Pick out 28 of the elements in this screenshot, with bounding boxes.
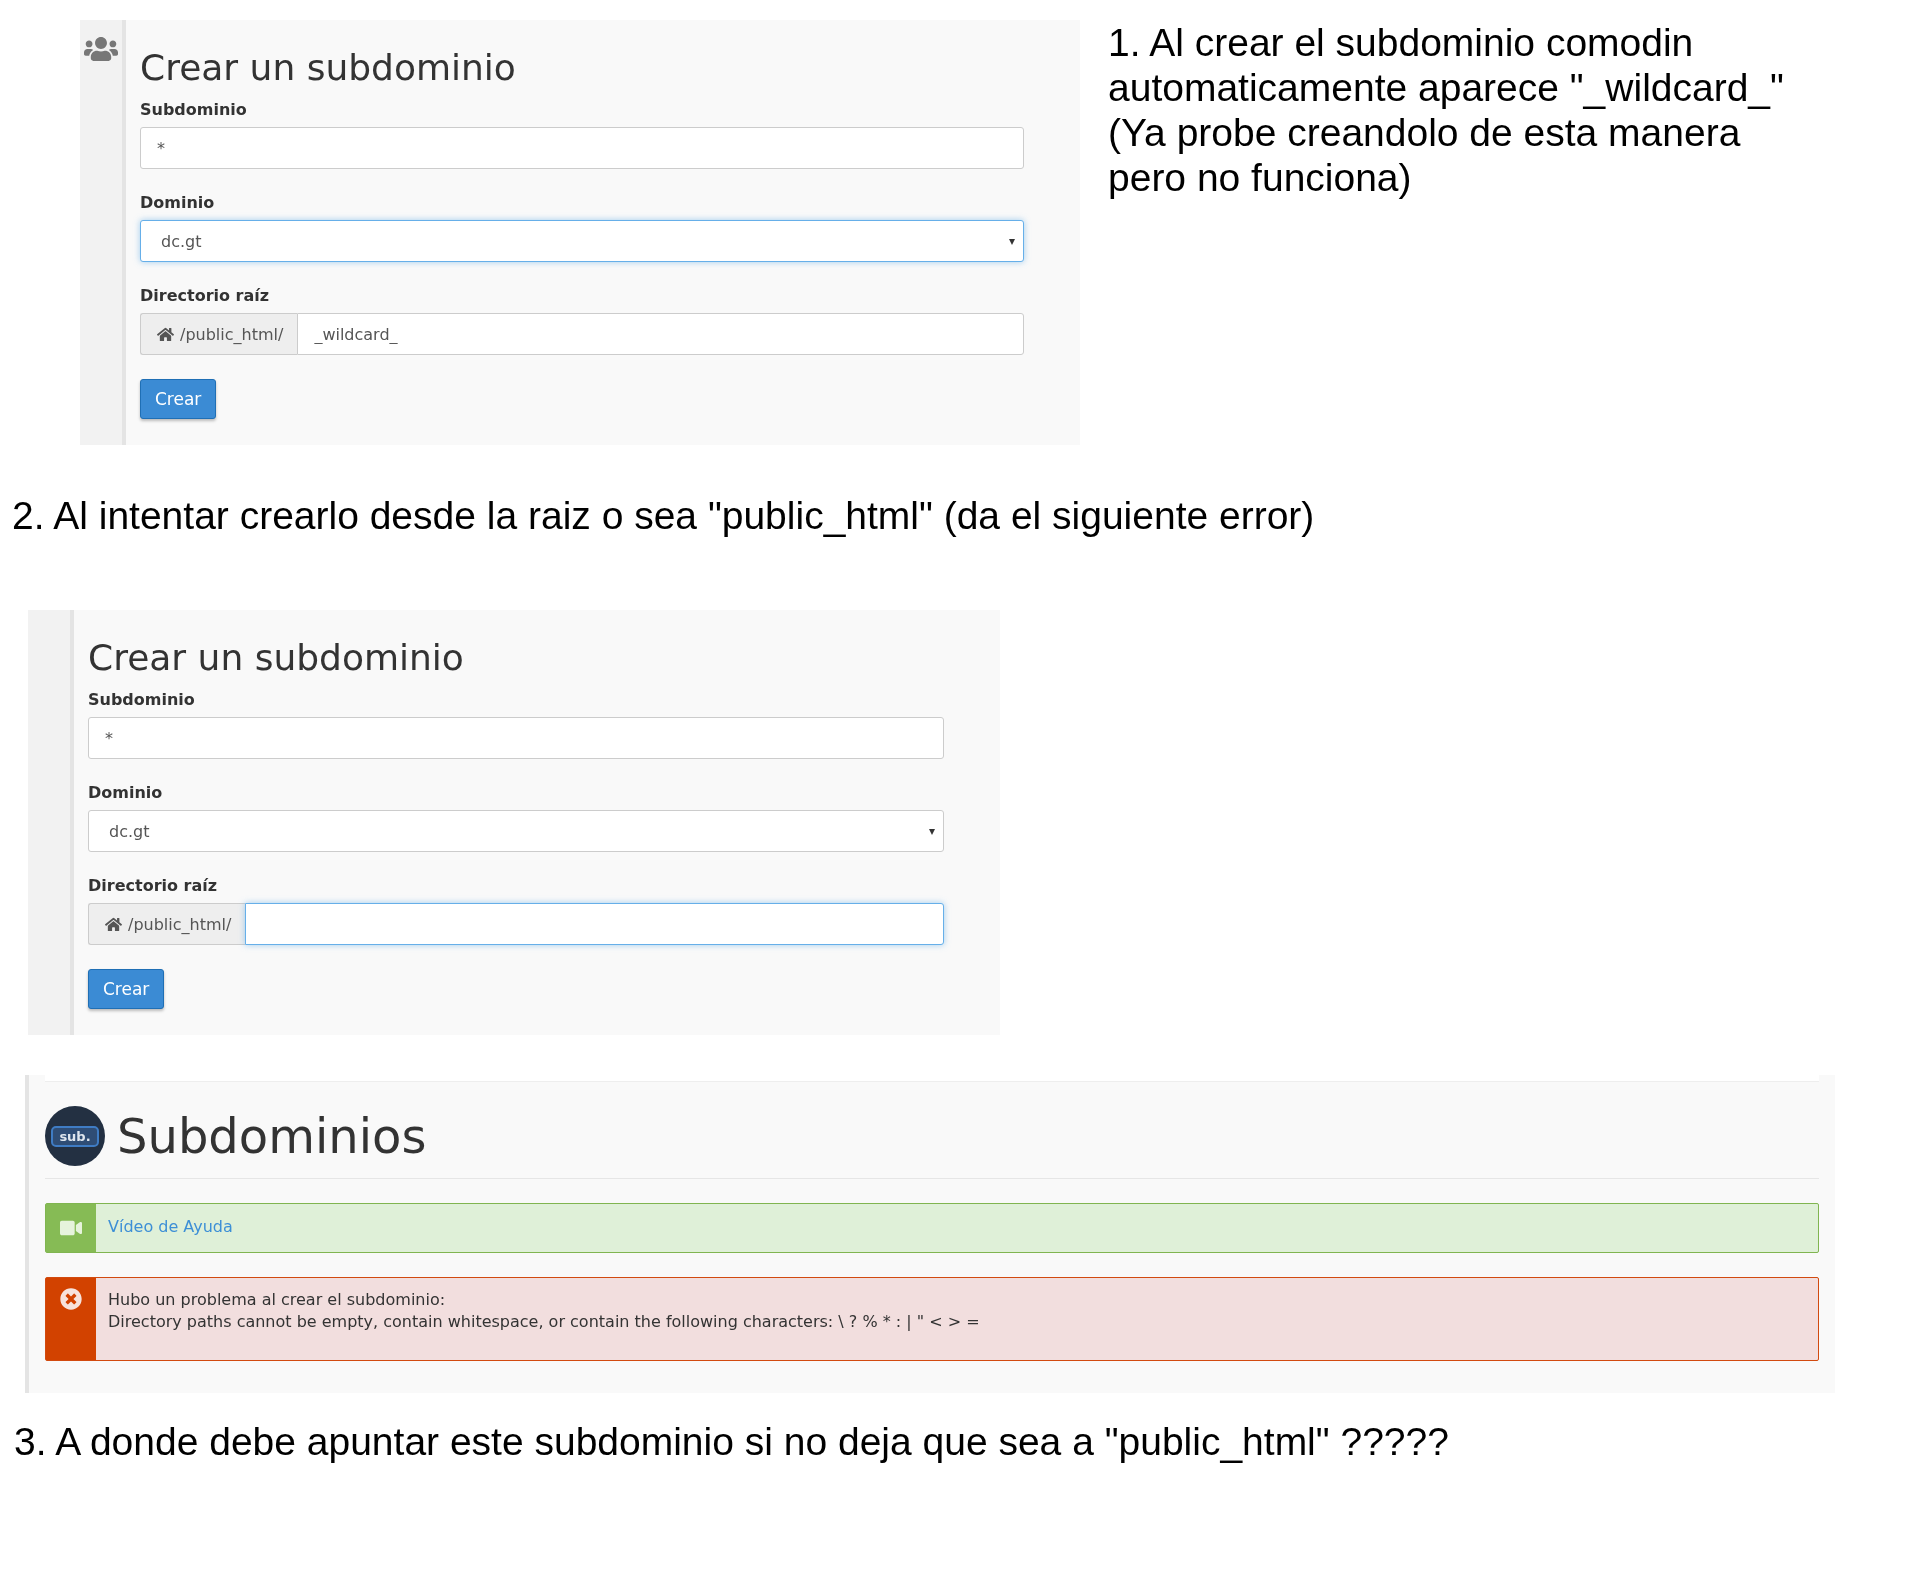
error-message: Directory paths cannot be empty, contain whitespace, or contain the following characters: \ ? % * : | " < > = — [108, 1311, 980, 1333]
document-root-field[interactable] — [245, 903, 944, 945]
home-icon — [105, 915, 122, 933]
subdomain-field[interactable]: * — [140, 127, 1024, 169]
annotation-text: 2. Al intentar crearlo desde la raiz o sea "public_html" (da el siguiente error) — [12, 493, 1316, 538]
create-button[interactable]: Crear — [88, 969, 165, 1009]
domain-select[interactable]: dc.gt ▾ — [88, 810, 944, 852]
create-button[interactable]: Crear — [140, 379, 217, 419]
path-prefix: /public_html/ — [88, 903, 246, 945]
form-title: Crear un subdominio — [88, 636, 465, 680]
annotation-text: 1. Al crear el subdominio comodin automaticamente aparece "_wildcard_" (Ya probe creandolo de esta manera pero no funciona) — [1108, 20, 1785, 200]
field-label: Directorio raíz — [88, 876, 219, 895]
page-title: Subdominios — [117, 1108, 427, 1164]
document-root-field[interactable]: _wildcard_ — [297, 313, 1024, 355]
path-prefix: /public_html/ — [140, 313, 298, 355]
field-label: Subdominio — [88, 690, 196, 709]
error-icon — [60, 1288, 82, 1310]
field-label: Subdominio — [140, 100, 248, 119]
form-title: Crear un subdominio — [140, 46, 517, 90]
annotation-text: 3. A donde debe apuntar este subdominio si no deja que sea a "public_html" ????? — [14, 1419, 1450, 1464]
error-message: Hubo un problema al crear el subdominio: — [108, 1289, 447, 1311]
field-label: Dominio — [88, 783, 164, 802]
domain-select[interactable]: dc.gt ▾ — [140, 220, 1024, 262]
field-label: Directorio raíz — [140, 286, 271, 305]
home-icon — [157, 325, 174, 343]
subdomains-logo: sub. — [45, 1106, 105, 1166]
subdomain-field[interactable]: * — [88, 717, 944, 759]
field-label: Dominio — [140, 193, 216, 212]
